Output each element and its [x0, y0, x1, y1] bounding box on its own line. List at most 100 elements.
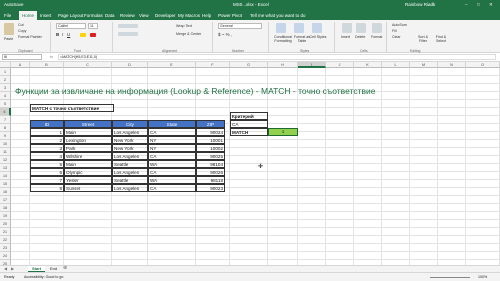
- row-header[interactable]: 5: [0, 100, 11, 108]
- row-header[interactable]: 14: [0, 172, 11, 180]
- name-box[interactable]: I6: [2, 54, 42, 60]
- format-table-icon[interactable]: [294, 23, 304, 33]
- formula-input[interactable]: =MATCH(H5,E3:E11,0): [58, 54, 496, 60]
- column-header[interactable]: L: [382, 62, 410, 68]
- tab-view[interactable]: View: [139, 13, 149, 18]
- sheet-tab-end[interactable]: End: [46, 266, 61, 271]
- row-header[interactable]: 7: [0, 116, 11, 124]
- table-cell[interactable]: Park: [64, 144, 112, 152]
- table-cell[interactable]: 10002: [196, 144, 225, 152]
- subtitle-cell[interactable]: MATCH с точно съответствие: [30, 104, 114, 112]
- copy-button[interactable]: Copy: [18, 29, 26, 33]
- autosave-label[interactable]: AutoSave: [4, 2, 24, 7]
- column-header[interactable]: I: [298, 62, 326, 68]
- tab-developer[interactable]: Developer: [155, 13, 176, 18]
- underline-icon[interactable]: U: [67, 32, 70, 37]
- tab-home[interactable]: Home: [19, 11, 38, 20]
- row-header[interactable]: 22: [0, 236, 11, 244]
- table-cell[interactable]: 8: [30, 184, 64, 192]
- table-cell[interactable]: NY: [148, 144, 196, 152]
- table-cell[interactable]: 4: [30, 152, 64, 160]
- row-header[interactable]: 1: [0, 68, 11, 76]
- insert-cells-icon[interactable]: [342, 23, 352, 33]
- font-color-icon[interactable]: [90, 33, 96, 37]
- table-cell[interactable]: 10001: [196, 136, 225, 144]
- tab-my-macros[interactable]: My Macros: [178, 13, 200, 18]
- row-header[interactable]: 18: [0, 204, 11, 212]
- tab-formulas[interactable]: Formulas: [84, 13, 103, 18]
- match-result-cell[interactable]: 1: [268, 128, 298, 136]
- table-cell[interactable]: 90023: [196, 184, 225, 192]
- row-header[interactable]: 12: [0, 156, 11, 164]
- format-cells-icon[interactable]: [372, 23, 382, 33]
- table-cell[interactable]: New York: [112, 136, 148, 144]
- header-city[interactable]: City: [112, 120, 148, 128]
- criteria-label-cell[interactable]: Критерий: [230, 112, 268, 120]
- paste-icon[interactable]: [4, 23, 14, 35]
- bold-icon[interactable]: B: [56, 32, 59, 37]
- table-cell[interactable]: 90025: [196, 152, 225, 160]
- minimize-icon[interactable]: –: [465, 2, 468, 7]
- column-header[interactable]: D: [112, 62, 148, 68]
- delete-cells-icon[interactable]: [356, 23, 366, 33]
- row-header[interactable]: 17: [0, 196, 11, 204]
- row-header[interactable]: 6: [0, 108, 11, 116]
- merge-center-button[interactable]: Merge & Center: [176, 32, 201, 36]
- row-header[interactable]: 13: [0, 164, 11, 172]
- row-header[interactable]: 8: [0, 124, 11, 132]
- tab-help[interactable]: Help: [202, 13, 211, 18]
- tell-me-search[interactable]: Tell me what you want to do: [250, 13, 306, 18]
- table-cell[interactable]: Seattle: [112, 176, 148, 184]
- match-label-cell[interactable]: MATCH: [230, 128, 268, 136]
- sort-filter-button[interactable]: Sort & Filter: [414, 35, 432, 43]
- table-cell[interactable]: 90024: [196, 128, 225, 136]
- table-cell[interactable]: 98118: [196, 176, 225, 184]
- tab-insert[interactable]: Insert: [40, 13, 51, 18]
- find-select-button[interactable]: Find & Select: [432, 35, 450, 43]
- table-cell[interactable]: Wilshire: [64, 152, 112, 160]
- row-header[interactable]: 9: [0, 132, 11, 140]
- wrap-text-button[interactable]: Wrap Text: [176, 24, 192, 28]
- table-cell[interactable]: 7: [30, 176, 64, 184]
- criteria-value-cell[interactable]: CA: [230, 120, 268, 128]
- font-name-select[interactable]: Calibri: [56, 23, 86, 29]
- table-cell[interactable]: 90026: [196, 168, 225, 176]
- cut-button[interactable]: Cut: [18, 23, 24, 27]
- header-id[interactable]: ID: [30, 120, 64, 128]
- header-state[interactable]: State: [148, 120, 196, 128]
- table-cell[interactable]: Olympic: [64, 168, 112, 176]
- currency-icon[interactable]: $ ~ % ,: [218, 32, 232, 37]
- tab-power-pivot[interactable]: Power Pivot: [218, 13, 242, 18]
- row-header[interactable]: 15: [0, 180, 11, 188]
- table-cell[interactable]: 6: [30, 168, 64, 176]
- scroll-right-icon[interactable]: ▶: [11, 266, 14, 271]
- column-header[interactable]: J: [326, 62, 354, 68]
- table-cell[interactable]: NY: [148, 136, 196, 144]
- table-cell[interactable]: Los Angeles: [112, 184, 148, 192]
- column-header[interactable]: E: [148, 62, 196, 68]
- column-header[interactable]: M: [410, 62, 438, 68]
- add-sheet-icon[interactable]: ⊕: [63, 265, 67, 271]
- autosum-button[interactable]: AutoSum: [392, 23, 407, 27]
- table-cell[interactable]: CA: [148, 168, 196, 176]
- table-cell[interactable]: New York: [112, 144, 148, 152]
- paste-button[interactable]: Paste: [4, 37, 13, 41]
- cell-styles-icon[interactable]: [312, 23, 322, 33]
- row-header[interactable]: 16: [0, 188, 11, 196]
- close-icon[interactable]: ✕: [489, 2, 493, 8]
- tab-page-layout[interactable]: Page Layout: [58, 13, 83, 18]
- tab-file[interactable]: File: [4, 13, 11, 18]
- table-cell[interactable]: 5: [30, 160, 64, 168]
- table-cell[interactable]: Yesler: [64, 176, 112, 184]
- format-cells-button[interactable]: Format: [371, 35, 382, 39]
- fill-color-icon[interactable]: [80, 33, 86, 37]
- row-header[interactable]: 2: [0, 76, 11, 84]
- column-header[interactable]: C: [64, 62, 112, 68]
- header-zip[interactable]: ZIP: [196, 120, 225, 128]
- row-header[interactable]: 19: [0, 212, 11, 220]
- table-cell[interactable]: Main: [64, 128, 112, 136]
- table-cell[interactable]: CA: [148, 128, 196, 136]
- row-header[interactable]: 20: [0, 220, 11, 228]
- table-cell[interactable]: 2: [30, 136, 64, 144]
- column-header[interactable]: N: [438, 62, 466, 68]
